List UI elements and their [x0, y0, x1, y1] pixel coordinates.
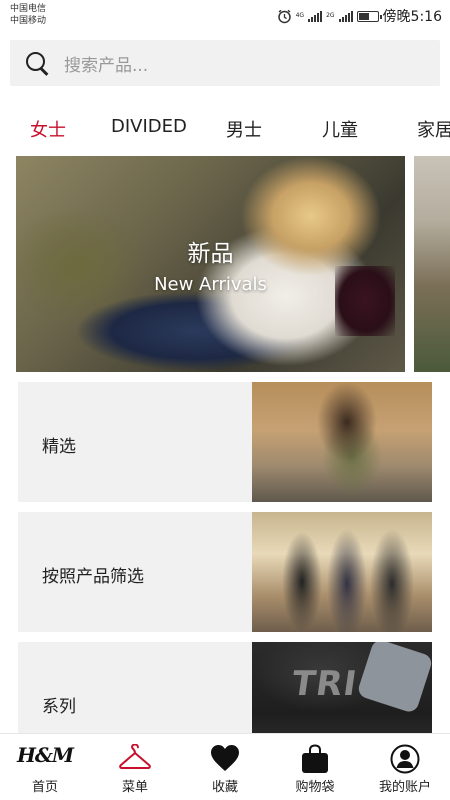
hero-subtitle: New Arrivals: [154, 274, 267, 295]
search-input[interactable]: 搜索产品...: [64, 51, 148, 76]
status-bar: 中国电信 中国移动 4G 2G 傍晚5:16: [0, 0, 450, 32]
signal-icon-1: [308, 10, 323, 22]
account-icon: [390, 744, 420, 774]
card-filter-by-product[interactable]: 按照产品筛选: [18, 512, 432, 632]
hm-logo-icon: H&M: [16, 743, 74, 767]
tab-home[interactable]: 家居: [417, 116, 450, 142]
hero-text: 新品 New Arrivals: [16, 234, 405, 295]
tab-men[interactable]: 男士: [226, 116, 262, 142]
sweater-image: [356, 642, 432, 715]
hero-next-banner-peek[interactable]: [414, 156, 450, 372]
nav-item-menu[interactable]: 菜单: [90, 734, 180, 800]
card-featured[interactable]: 精选: [18, 382, 432, 502]
status-time: 傍晚5:16: [382, 9, 442, 25]
shopping-bag-icon: [302, 744, 328, 773]
nav-label-favorites: 收藏: [211, 780, 238, 795]
category-tabs: 女士 DIVIDED 男士 儿童 家居: [0, 104, 450, 150]
battery-level: [358, 12, 369, 20]
nav-label-bag: 购物袋: [295, 780, 335, 795]
battery-icon: [356, 10, 382, 22]
nav-label-menu: 菜单: [121, 780, 148, 795]
nav-item-bag[interactable]: 购物袋: [270, 734, 360, 800]
nav-item-home[interactable]: H&M 首页: [0, 734, 90, 800]
nav-label-account: 我的账户: [378, 780, 431, 795]
card-label-collections: 系列: [42, 697, 76, 717]
carrier-2: 中国移动: [10, 16, 47, 26]
search-bar[interactable]: 搜索产品...: [10, 40, 440, 86]
tshirt-print-text: TRI: [289, 664, 360, 704]
tab-divided[interactable]: DIVIDED: [111, 116, 187, 137]
card-label-featured: 精选: [42, 437, 76, 457]
network-type-1: 4G: [295, 12, 305, 19]
nav-item-favorites[interactable]: 收藏: [180, 734, 270, 800]
hanger-icon: [119, 744, 151, 769]
hero-title: 新品: [187, 241, 234, 267]
card-label-filter-by-product: 按照产品筛选: [42, 567, 144, 587]
tab-kids[interactable]: 儿童: [322, 116, 358, 142]
bottom-nav: H&M 首页 菜单 收藏 购物袋 我的账户: [0, 733, 450, 800]
carrier-info: 中国电信 中国移动: [10, 3, 46, 27]
network-type-2: 2G: [326, 12, 335, 19]
status-indicators: 4G 2G 傍晚5:16: [277, 6, 442, 26]
alarm-icon: [277, 9, 291, 23]
nav-label-home: 首页: [31, 780, 58, 795]
card-image-featured: [252, 382, 432, 502]
search-icon[interactable]: [24, 50, 50, 76]
heart-icon: [211, 745, 239, 771]
tab-women[interactable]: 女士: [30, 116, 66, 142]
hero-banner-new-arrivals[interactable]: 新品 New Arrivals: [16, 156, 405, 372]
signal-icon-2: [338, 10, 353, 22]
card-image-filter-by-product: [252, 512, 432, 632]
carrier-1: 中国电信: [10, 4, 47, 14]
nav-item-account[interactable]: 我的账户: [360, 734, 450, 800]
